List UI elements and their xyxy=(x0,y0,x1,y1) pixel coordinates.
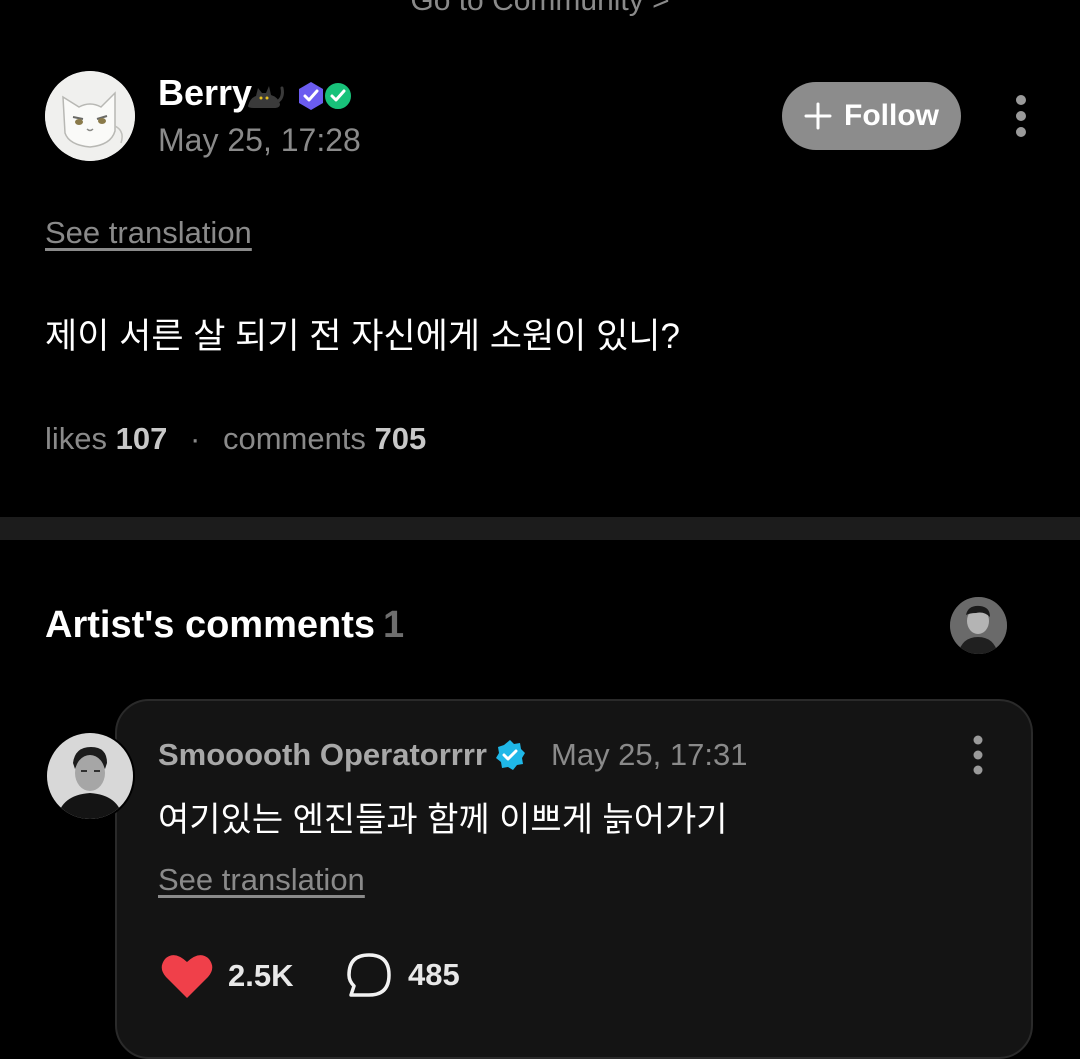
section-divider xyxy=(0,517,1080,540)
see-translation-link[interactable]: See translation xyxy=(45,215,252,251)
comment-reply-count: 485 xyxy=(408,957,460,992)
plus-icon xyxy=(804,102,832,130)
post-stats: likes 107 · comments 705 xyxy=(45,421,426,457)
comment-reply-button[interactable]: 485 xyxy=(346,952,460,998)
comments-label: comments xyxy=(222,421,366,456)
cat-drawing-avatar xyxy=(45,71,135,161)
comments-count[interactable]: 705 xyxy=(375,421,427,456)
post-date: May 25, 17:28 xyxy=(158,122,361,158)
artist-avatar[interactable] xyxy=(950,597,1007,654)
comment-body: 여기있는 엔진들과 함께 이쁘게 늙어가기 xyxy=(158,801,728,839)
follow-label: Follow xyxy=(844,99,939,132)
author-name[interactable]: Berry xyxy=(158,72,252,114)
stats-separator: · xyxy=(190,421,201,456)
comment-date: May 25, 17:31 xyxy=(551,737,748,772)
heart-icon xyxy=(161,955,213,998)
speech-bubble-icon xyxy=(347,953,391,997)
follow-button[interactable]: Follow xyxy=(782,82,961,150)
black-cat-icon xyxy=(248,86,284,108)
comment-more-options-icon[interactable] xyxy=(964,734,992,776)
comment-see-translation-link[interactable]: See translation xyxy=(158,862,365,898)
commenter-avatar[interactable] xyxy=(45,731,135,821)
likes-label: likes xyxy=(45,421,108,456)
comment-like-count: 2.5K xyxy=(228,958,294,993)
artist-comments-count: 1 xyxy=(383,604,405,646)
commenter-photo xyxy=(47,733,133,819)
comment-like-button[interactable]: 2.5K xyxy=(160,952,293,1000)
commenter-name[interactable]: Smooooth Operatorrrr xyxy=(158,737,487,773)
green-badge-icon xyxy=(323,81,353,111)
verified-icon xyxy=(496,740,525,770)
post-body: 제이 서른 살 되기 전 자신에게 소원이 있니? xyxy=(45,317,680,356)
artist-comments-label: Artist's comments xyxy=(45,604,376,646)
go-to-community-link[interactable]: Go to Community > xyxy=(0,0,1080,18)
artist-comments-title: Artist's comments 1 xyxy=(45,604,404,647)
more-options-icon[interactable] xyxy=(1006,93,1036,139)
artist-photo xyxy=(950,597,1007,654)
likes-count[interactable]: 107 xyxy=(116,421,168,456)
author-avatar[interactable] xyxy=(45,71,135,161)
